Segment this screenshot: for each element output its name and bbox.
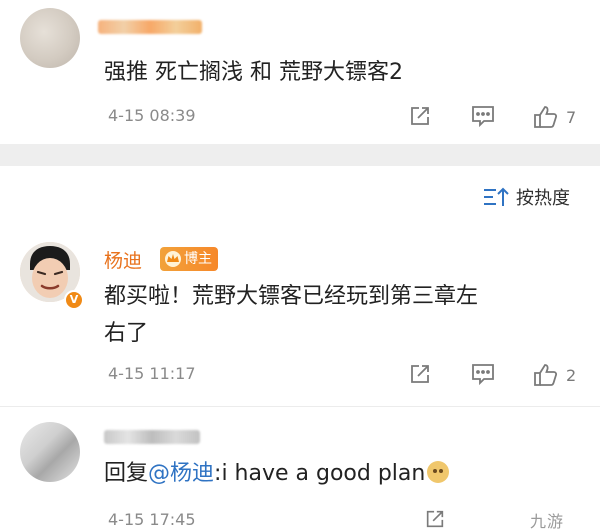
share-icon	[411, 365, 429, 383]
reply-body: :i have a good plan	[214, 461, 426, 486]
like-button[interactable]: 2	[532, 362, 576, 388]
watermark: 九游	[530, 512, 565, 531]
comment-time: 4-15 11:17	[108, 364, 196, 383]
comment-text-line-2: 右了	[104, 321, 149, 346]
comment-text: 强推 死亡搁浅 和 荒野大镖客2	[104, 60, 403, 85]
share-button[interactable]	[408, 104, 432, 128]
like-count: 7	[566, 107, 577, 127]
sort-icon	[484, 187, 509, 206]
username[interactable]: 杨迪	[104, 246, 142, 273]
username-blurred[interactable]	[104, 430, 200, 444]
verified-badge: V	[64, 290, 84, 310]
share-icon	[411, 107, 429, 125]
sort-by-hot-button[interactable]: 按热度	[482, 184, 570, 210]
divider	[0, 406, 600, 407]
like-count: 2	[566, 365, 577, 385]
reply-button[interactable]	[470, 362, 496, 386]
comment-time: 4-15 08:39	[108, 106, 196, 125]
blogger-badge: 博主	[160, 247, 218, 271]
avatar[interactable]	[20, 422, 80, 482]
share-button[interactable]	[408, 362, 432, 386]
reply-prefix: 回复	[104, 461, 149, 486]
comment-icon	[472, 106, 494, 128]
comment-time: 4-15 17:45	[108, 510, 196, 529]
thumbs-up-icon	[534, 364, 558, 386]
share-button[interactable]	[424, 508, 446, 530]
section-separator	[0, 144, 600, 166]
comment-text: 回复@杨迪:i have a good plan	[104, 456, 450, 492]
avatar[interactable]	[20, 8, 80, 68]
crown-icon	[165, 251, 181, 267]
username-blurred[interactable]	[98, 20, 202, 34]
mention-link[interactable]: @杨迪	[148, 461, 214, 486]
comment-icon	[472, 364, 494, 386]
reply-button[interactable]	[470, 104, 496, 128]
comment-text-line-1: 都买啦！荒野大镖客已经玩到第三章左	[104, 284, 479, 309]
sort-label: 按热度	[516, 188, 570, 209]
thumbs-up-icon	[534, 106, 558, 128]
share-icon	[426, 510, 444, 528]
badge-label: 博主	[184, 251, 212, 267]
like-button[interactable]: 7	[532, 104, 576, 130]
doge-emoji-icon	[427, 461, 450, 483]
